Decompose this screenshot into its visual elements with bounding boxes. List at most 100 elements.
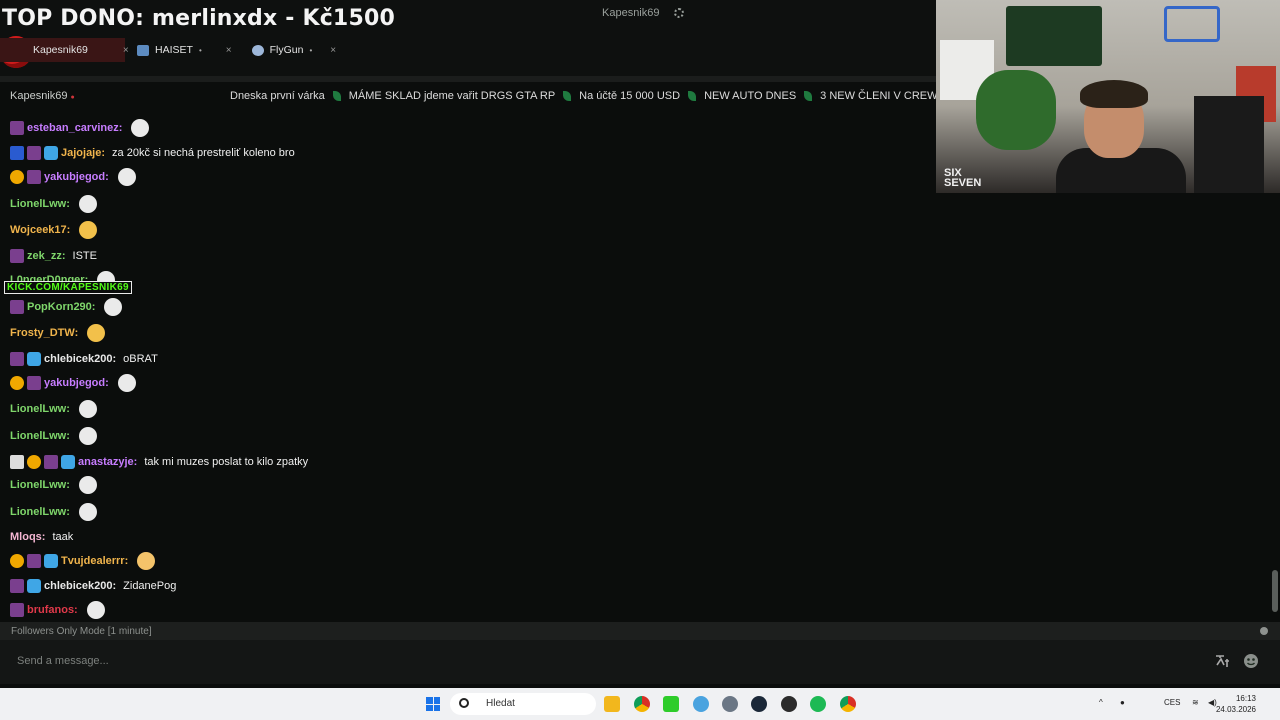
subscriber-badge-icon <box>10 603 24 617</box>
chat-username[interactable]: yakubjegod: <box>44 171 109 183</box>
chat-username[interactable]: anastazyje: <box>78 456 137 468</box>
chat-username[interactable]: LionelLww: <box>10 403 70 415</box>
chat-message: LionelLww: <box>10 502 97 522</box>
chat-message: brufanos: <box>10 600 105 620</box>
subscriber-badge-icon <box>27 554 41 568</box>
one-month-badge-icon <box>10 554 24 568</box>
windows-start-icon[interactable] <box>426 697 440 711</box>
chat-scrollbar[interactable] <box>1272 570 1278 612</box>
chat-message: Mloqs: taak <box>10 527 73 547</box>
gifter-badge-icon <box>27 579 41 593</box>
chat-message: zek_zz: ISTE <box>10 246 97 266</box>
close-icon[interactable]: × <box>226 45 232 56</box>
chat-username[interactable]: LionelLww: <box>10 430 70 442</box>
translate-icon[interactable] <box>1214 653 1230 669</box>
live-dot-icon: • <box>309 45 313 55</box>
subscriber-badge-icon <box>10 249 24 263</box>
channel-name[interactable]: Kapesnik69 ● <box>10 90 75 102</box>
one-month-badge-icon <box>27 455 41 469</box>
gifter-badge-icon <box>61 455 75 469</box>
info-icon[interactable] <box>1260 627 1268 635</box>
chat-username[interactable]: esteban_carvinez: <box>27 122 122 134</box>
chat-username[interactable]: LionelLww: <box>10 198 70 210</box>
skull-emote <box>78 400 97 418</box>
leaf-icon <box>563 91 572 101</box>
settings-icon[interactable] <box>722 696 738 712</box>
gear-icon[interactable] <box>673 8 684 18</box>
obs-icon[interactable] <box>781 696 797 712</box>
sad-emote <box>137 552 156 570</box>
chat-message: Tvujdealerrr: <box>10 551 156 571</box>
chat-username[interactable]: chlebicek200: <box>44 353 116 365</box>
emote-picker-icon[interactable] <box>1243 653 1259 669</box>
chat-username[interactable]: PopKorn290: <box>27 301 95 313</box>
kick-app-icon[interactable] <box>663 696 679 712</box>
chat-username[interactable]: brufanos: <box>27 604 78 616</box>
subscriber-badge-icon <box>10 579 24 593</box>
chat-username[interactable]: Frosty_DTW: <box>10 327 78 339</box>
windows-taskbar: Hledat ^ ● CES ≋ ◀) 16:13 24.03.2026 <box>0 688 1280 720</box>
chat-username[interactable]: zek_zz: <box>27 250 66 262</box>
chrome-profile-icon[interactable] <box>840 696 856 712</box>
browser-app-icon[interactable] <box>693 696 709 712</box>
laugh-emote <box>79 221 98 239</box>
chat-message: chlebicek200: ZidanePog <box>10 576 176 596</box>
chat-username[interactable]: Mloqs: <box>10 531 45 543</box>
steam-icon[interactable] <box>751 696 767 712</box>
close-icon[interactable]: × <box>330 45 336 56</box>
network-tray-icon[interactable]: ● <box>1120 698 1125 707</box>
chat-username[interactable]: chlebicek200: <box>44 580 116 592</box>
tab-label: Kapesnik69 <box>33 44 88 56</box>
live-dot-icon: • <box>198 45 202 55</box>
chat-username[interactable]: LionelLww: <box>10 479 70 491</box>
tab-label: HAISET <box>155 44 193 56</box>
streamer-hair <box>1080 80 1148 108</box>
subscriber-badge-icon <box>10 352 24 366</box>
skull-emote <box>117 168 136 186</box>
chat-text: oBRAT <box>123 353 158 365</box>
top-donation-title: TOP DONO: merlinxdx - Kč1500 <box>2 6 395 31</box>
skull-emote <box>104 298 123 316</box>
chat-text: tak mi muzes poslat to kilo zpatky <box>144 456 309 468</box>
vip-badge-icon <box>10 455 24 469</box>
tab-flygun[interactable]: FlyGun • × <box>240 38 345 62</box>
leaf-icon <box>804 91 813 101</box>
top-overlay: TOP DONO: merlinxdx - Kč1500 Kapesnik69 … <box>0 0 936 76</box>
chat-username[interactable]: LionelLww: <box>10 506 70 518</box>
laugh-emote <box>87 324 106 342</box>
ticker-item: Na účtě 15 000 USD <box>579 90 681 102</box>
chat-username[interactable]: yakubjegod: <box>44 377 109 389</box>
chat-message: Jajojaje: za 20kč si nechá prestreliť kol… <box>10 143 295 163</box>
tab-haiset[interactable]: HAISET • × <box>125 38 240 62</box>
chat-username[interactable]: Jajojaje: <box>61 147 105 159</box>
chat-message: esteban_carvinez: <box>10 118 150 138</box>
one-month-badge-icon <box>10 376 24 390</box>
chat-username[interactable]: Tvujdealerrr: <box>61 555 128 567</box>
file-explorer-icon[interactable] <box>604 696 620 712</box>
skull-emote <box>131 119 150 137</box>
haiset-avatar-icon <box>137 44 149 56</box>
wifi-icon[interactable]: ≋ <box>1192 698 1199 707</box>
ticker-item: Dneska první várka <box>230 90 325 102</box>
language-indicator[interactable]: CES <box>1164 698 1180 707</box>
subscriber-badge-icon <box>44 455 58 469</box>
chat-message: Wojceek17: <box>10 220 98 240</box>
clock[interactable]: 16:13 24.03.2026 <box>1216 693 1256 715</box>
ticker-item: MÁME SKLAD jdeme vařit DRGS GTA RP <box>348 90 556 102</box>
chevron-up-icon[interactable]: ^ <box>1099 698 1103 707</box>
spotify-icon[interactable] <box>810 696 826 712</box>
taskbar-search[interactable]: Hledat <box>450 693 596 715</box>
chat-message: LionelLww: <box>10 475 97 495</box>
chrome-icon[interactable] <box>634 696 650 712</box>
tab-kapesnik69[interactable]: Kapesnik69 × <box>0 38 129 62</box>
message-input[interactable] <box>6 646 1196 676</box>
one-month-badge-icon <box>10 170 24 184</box>
chat-text: ISTE <box>72 250 97 262</box>
gifter-badge-icon <box>44 146 58 160</box>
basketball-hoop <box>1164 6 1220 42</box>
chat-message: LionelLww: <box>10 194 97 214</box>
chat-username[interactable]: Wojceek17: <box>10 224 70 236</box>
gifter-badge-icon <box>44 554 58 568</box>
subscriber-badge-icon <box>10 300 24 314</box>
channel-tabs: Kapesnik69 × HAISET • × FlyGun • × <box>0 38 344 62</box>
